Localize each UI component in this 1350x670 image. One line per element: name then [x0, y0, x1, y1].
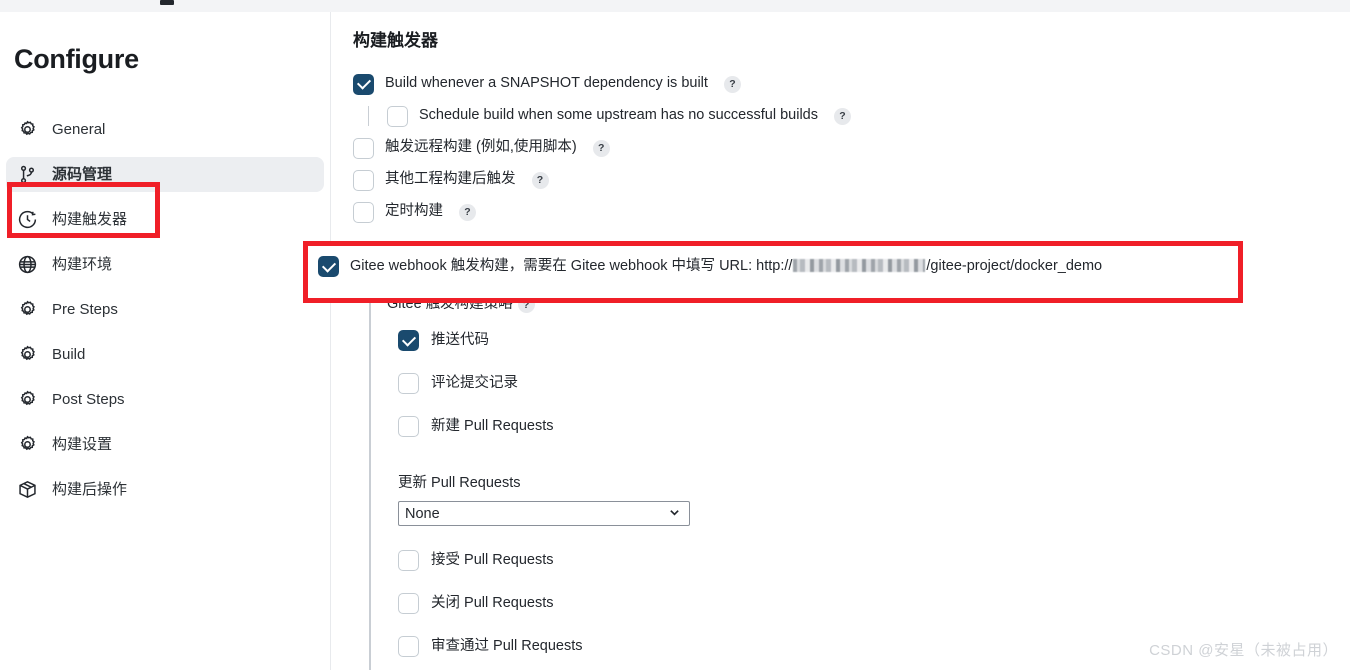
gitee-option-row[interactable]: 新建 Pull Requests — [398, 416, 1038, 437]
sidebar-item-source-management[interactable]: 源码管理 — [6, 157, 324, 192]
help-icon[interactable]: ? — [517, 296, 535, 314]
gear-icon — [16, 344, 38, 366]
indent-guide — [368, 106, 369, 126]
window-top-strip — [0, 0, 1350, 12]
package-icon — [16, 479, 38, 501]
gear-icon — [16, 299, 38, 321]
trigger-row[interactable]: 其他工程构建后触发 ? — [353, 168, 1333, 192]
sidebar-item-label: 构建环境 — [52, 256, 113, 273]
gitee-option-row[interactable]: 审查通过 Pull Requests — [398, 636, 1038, 657]
sidebar-item-build-environment[interactable]: 构建环境 — [6, 247, 324, 282]
sidebar-item-label: Post Steps — [52, 391, 125, 408]
sidebar-item-post-steps[interactable]: Post Steps — [6, 382, 324, 417]
trigger-row[interactable]: Schedule build when some upstream has no… — [353, 104, 1333, 128]
gitee-option-row[interactable]: 推送代码 — [398, 330, 1038, 351]
sidebar-item-label: 构建后操作 — [52, 481, 128, 498]
trigger-label: 定时构建 — [385, 203, 443, 220]
trigger-label: Build whenever a SNAPSHOT dependency is … — [385, 75, 708, 92]
gear-icon — [16, 389, 38, 411]
sidebar-item-label: Build — [52, 346, 86, 363]
gitee-strategy-label: Gitee 触发构建策略 — [387, 296, 513, 312]
sidebar-item-label: 构建设置 — [52, 436, 113, 453]
sidebar-item-general[interactable]: General — [6, 112, 324, 147]
sidebar-item-build-triggers[interactable]: 构建触发器 — [6, 202, 324, 237]
checkbox-scheduled-build[interactable] — [353, 201, 374, 223]
gear-icon — [16, 119, 38, 141]
trigger-row[interactable]: 定时构建 ? — [353, 200, 1333, 224]
update-pull-requests-field: 更新 Pull Requests None — [398, 471, 1038, 526]
gitee-webhook-url-prefix: Gitee webhook 触发构建，需要在 Gitee webhook 中填写… — [350, 257, 793, 274]
redacted-host-block — [793, 259, 926, 273]
gitee-option-row[interactable]: 关闭 Pull Requests — [398, 593, 1038, 614]
globe-icon — [16, 254, 38, 276]
gitee-webhook-label: Gitee webhook 触发构建，需要在 Gitee webhook 中填写… — [350, 258, 1102, 275]
sidebar-item-build[interactable]: Build — [6, 337, 324, 372]
checkbox-close-pull-requests[interactable] — [398, 593, 419, 614]
checkbox-review-approved-pull-requests[interactable] — [398, 636, 419, 657]
trigger-label: 其他工程构建后触发 — [385, 171, 516, 188]
trigger-row[interactable]: 触发远程构建 (例如,使用脚本) ? — [353, 136, 1333, 160]
checkbox-snapshot-dependency[interactable] — [353, 73, 374, 95]
gitee-option-label: 关闭 Pull Requests — [431, 594, 554, 611]
gitee-webhook-url-suffix: /gitee-project/docker_demo — [926, 257, 1103, 274]
trigger-label: Schedule build when some upstream has no… — [419, 107, 818, 124]
sidebar-item-post-build-actions[interactable]: 构建后操作 — [6, 472, 324, 507]
trigger-list: Build whenever a SNAPSHOT dependency is … — [353, 72, 1333, 232]
sidebar-item-label: General — [52, 121, 106, 138]
csdn-watermark: CSDN @安星（未被占用） — [1149, 642, 1338, 659]
sidebar-item-label: 构建触发器 — [52, 211, 128, 228]
page-title: Configure — [14, 44, 139, 74]
checkbox-gitee-webhook[interactable] — [318, 256, 339, 277]
gitee-option-label: 新建 Pull Requests — [431, 417, 554, 434]
sidebar-nav: General 源码管理 构建触发器 构建环境 Pre Steps Build … — [6, 112, 324, 517]
gitee-option-row[interactable]: 接受 Pull Requests — [398, 550, 1038, 571]
help-icon[interactable]: ? — [833, 107, 851, 125]
sidebar-item-label: 源码管理 — [52, 166, 113, 183]
sidebar-item-label: Pre Steps — [52, 301, 118, 318]
gitee-option-row[interactable]: 评论提交记录 — [398, 373, 1038, 394]
update-pull-requests-select[interactable]: None — [398, 501, 690, 526]
gitee-option-label: 接受 Pull Requests — [431, 551, 554, 568]
gear-icon — [16, 434, 38, 456]
clock-icon — [16, 209, 38, 231]
gitee-option-label: 推送代码 — [431, 331, 489, 348]
checkbox-accept-pull-requests[interactable] — [398, 550, 419, 571]
configure-sidebar: Configure General 源码管理 构建触发器 构建环境 Pre St… — [0, 12, 330, 670]
help-icon[interactable]: ? — [723, 75, 741, 93]
help-icon[interactable]: ? — [531, 171, 549, 189]
checkbox-upstream-project-trigger[interactable] — [353, 169, 374, 191]
update-pull-requests-select-wrap: None — [398, 501, 690, 526]
gitee-options-list: 推送代码 评论提交记录 新建 Pull Requests 更新 Pull Req… — [398, 330, 1038, 670]
checkbox-remote-trigger[interactable] — [353, 137, 374, 159]
cropped-header-glyph — [160, 0, 174, 5]
gitee-option-label: 审查通过 Pull Requests — [431, 637, 583, 654]
gitee-strategy-label-row: Gitee 触发构建策略 ? — [387, 296, 535, 314]
checkbox-schedule-build-upstream[interactable] — [387, 105, 408, 127]
build-triggers-panel: 构建触发器 Build whenever a SNAPSHOT dependen… — [330, 12, 1350, 670]
section-title: 构建触发器 — [353, 31, 438, 50]
update-pull-requests-label: 更新 Pull Requests — [398, 475, 521, 491]
trigger-row[interactable]: Build whenever a SNAPSHOT dependency is … — [353, 72, 1333, 96]
sidebar-item-build-settings[interactable]: 构建设置 — [6, 427, 324, 462]
checkbox-new-pull-requests[interactable] — [398, 416, 419, 437]
sidebar-item-pre-steps[interactable]: Pre Steps — [6, 292, 324, 327]
indent-guide — [369, 302, 371, 670]
help-icon[interactable]: ? — [459, 203, 476, 221]
gitee-option-label: 评论提交记录 — [431, 374, 518, 391]
page-root: Configure General 源码管理 构建触发器 构建环境 Pre St… — [0, 0, 1350, 670]
gitee-webhook-trigger-row[interactable]: Gitee webhook 触发构建，需要在 Gitee webhook 中填写… — [318, 256, 1102, 277]
git-branch-icon — [16, 164, 38, 186]
checkbox-comment-commit[interactable] — [398, 373, 419, 394]
trigger-label: 触发远程构建 (例如,使用脚本) — [385, 139, 577, 156]
help-icon[interactable]: ? — [592, 139, 610, 157]
checkbox-push-code[interactable] — [398, 330, 419, 351]
